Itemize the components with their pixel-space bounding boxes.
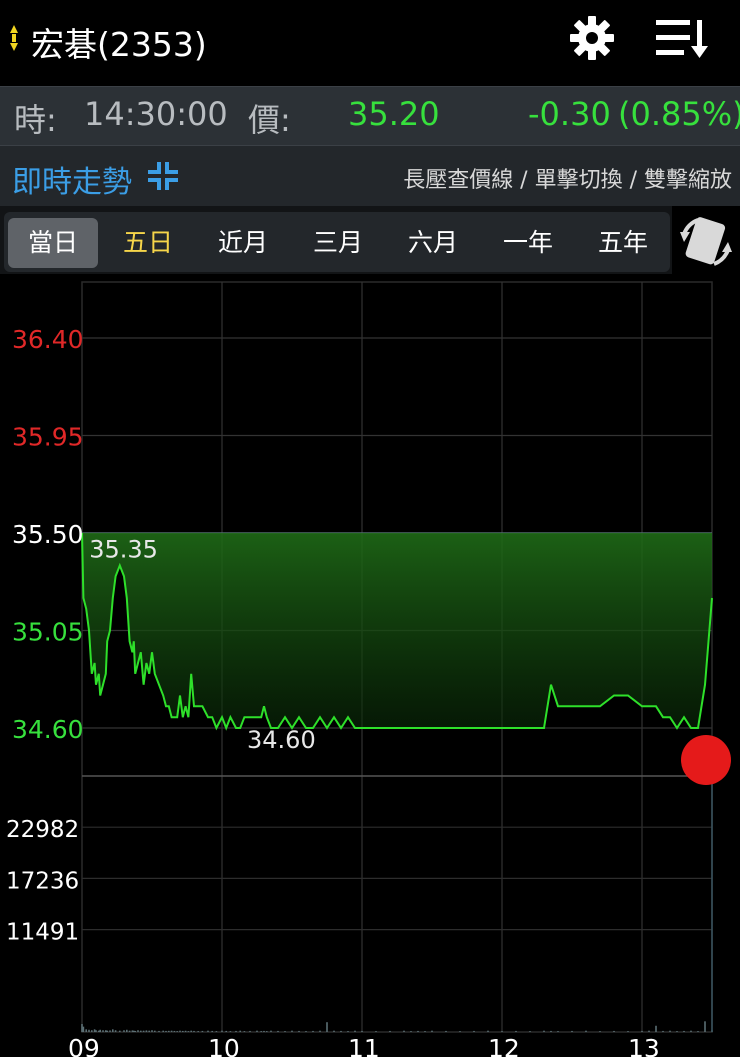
volume-tick-label: 17236: [6, 868, 79, 894]
volume-tick-label: 11491: [6, 920, 79, 946]
price-change-pct: (0.85%): [618, 95, 740, 133]
tab-one-year[interactable]: 一年: [483, 218, 573, 268]
current-price-marker[interactable]: [681, 735, 731, 785]
time-tick-label: 11: [348, 1034, 380, 1057]
time-tick-label: 09: [68, 1034, 100, 1057]
price-value: 35.20: [348, 95, 440, 133]
price-area: [82, 533, 712, 728]
updown-arrow-icon: [10, 25, 18, 51]
tab-five-year[interactable]: 五年: [578, 218, 668, 268]
volume-bars: [81, 766, 713, 1032]
stock-title: 宏碁(2353): [31, 25, 207, 64]
tab-today[interactable]: 當日: [8, 218, 98, 268]
sort-list-icon[interactable]: [652, 14, 712, 62]
time-tick-label: 12: [488, 1034, 520, 1057]
price-change: -0.30: [528, 95, 611, 133]
mode-title[interactable]: 即時走勢: [12, 157, 132, 201]
low-annotation: 34.60: [247, 726, 316, 754]
tab-six-month[interactable]: 六月: [388, 218, 478, 268]
time-tick-label: 10: [208, 1034, 240, 1057]
time-label: 時:: [14, 101, 57, 139]
intraday-chart[interactable]: 36.40 35.95 35.50 35.05 34.60 22982 17236 11491…: [0, 276, 740, 1057]
period-tabs: 當日 五日 近月 三月 六月 一年 五年: [4, 212, 670, 272]
mode-bar[interactable]: 即時走勢 長壓查價線 / 單擊切換 / 雙擊縮放: [0, 146, 740, 206]
price-tick-label: 36.40: [12, 325, 84, 354]
time-value: 14:30:00: [84, 95, 228, 133]
price-tick-label: 35.05: [12, 618, 84, 647]
price-label: 價:: [248, 101, 291, 139]
high-annotation: 35.35: [89, 536, 158, 564]
price-tick-label: 34.60: [12, 715, 84, 744]
mode-hint: 長壓查價線 / 單擊切換 / 雙擊縮放: [403, 168, 732, 193]
collapse-icon[interactable]: [148, 162, 178, 190]
time-tick-label: 13: [628, 1034, 660, 1057]
title-bar: 宏碁(2353): [0, 0, 740, 84]
tab-five-day[interactable]: 五日: [103, 218, 193, 268]
tab-three-month[interactable]: 三月: [293, 218, 383, 268]
quote-bar: 時: 14:30:00 價: 35.20 -0.30 (0.85%): [0, 86, 740, 146]
tab-month[interactable]: 近月: [198, 218, 288, 268]
volume-tick-label: 22982: [6, 817, 79, 843]
period-tab-bar: 當日 五日 近月 三月 六月 一年 五年: [0, 206, 672, 274]
price-tick-label: 35.50: [12, 520, 84, 549]
price-tick-label: 35.95: [12, 423, 84, 452]
gear-icon[interactable]: [568, 14, 616, 62]
rotate-screen-icon[interactable]: [676, 212, 736, 272]
